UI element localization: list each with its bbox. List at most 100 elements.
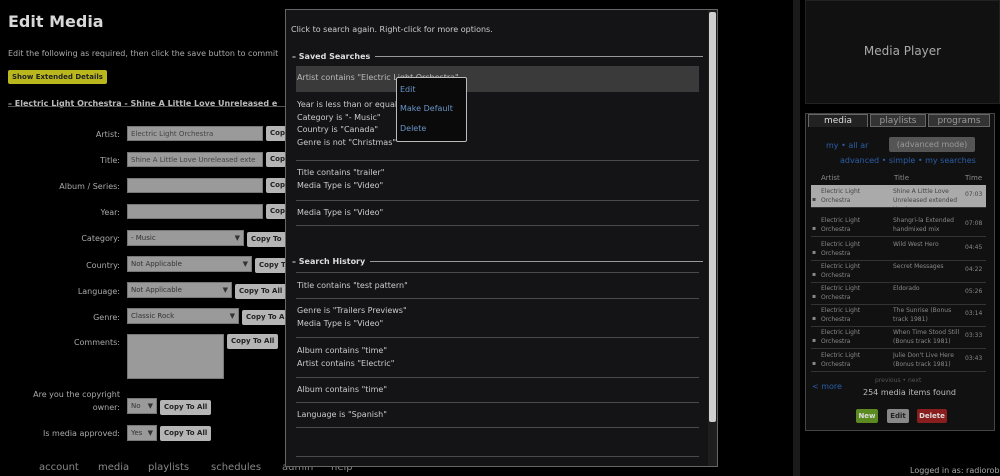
search-condition: Country is "Canada": [297, 125, 379, 134]
country-copy-button[interactable]: Copy To: [255, 258, 286, 273]
divider: [296, 298, 699, 299]
saved-search-item[interactable]: Title contains "trailer" Media Type is "…: [296, 167, 699, 192]
nav-account[interactable]: account: [39, 462, 79, 473]
media-row-artist: Electric Light Orchestra: [821, 285, 861, 301]
tab-programs[interactable]: programs: [928, 114, 990, 127]
country-label: Country:: [86, 261, 120, 270]
media-row[interactable]: ▪ Electric Light Orchestra Julie Don't Liv…: [811, 349, 986, 372]
search-condition: Genre is "Trailers Previews": [297, 306, 407, 315]
column-header-time[interactable]: Time: [965, 174, 982, 182]
divider: [296, 225, 699, 226]
search-mode-links[interactable]: advanced • simple • my searches: [840, 156, 976, 165]
artist-copy-button[interactable]: Copy: [266, 126, 286, 141]
heading-divider: [8, 106, 286, 107]
search-condition: Media Type is "Video": [297, 180, 384, 190]
year-label: Year:: [100, 208, 121, 217]
comments-copy-button[interactable]: Copy To All: [227, 334, 278, 349]
chevron-down-icon: ▼: [147, 429, 153, 437]
show-extended-details-button[interactable]: Show Extended Details: [8, 70, 107, 84]
copyright-select[interactable]: No ▼: [127, 398, 157, 414]
advanced-mode-button[interactable]: (advanced mode): [889, 137, 975, 152]
approved-select[interactable]: Yes ▼: [127, 425, 157, 441]
column-header-artist[interactable]: Artist: [821, 174, 840, 182]
tab-playlists[interactable]: playlists: [870, 114, 926, 127]
artist-field[interactable]: Electric Light Orchestra: [127, 126, 263, 141]
saved-search-item[interactable]: Artist contains "Electric Light Orchestr…: [296, 66, 699, 92]
title-field[interactable]: Shine A Little Love Unreleased exte: [127, 152, 263, 167]
year-copy-button[interactable]: Copy: [266, 204, 286, 219]
copyright-copy-button[interactable]: Copy To All: [160, 400, 211, 415]
approved-copy-button[interactable]: Copy To All: [160, 426, 211, 441]
language-select[interactable]: Not Applicable ▼: [127, 282, 232, 298]
history-search-item[interactable]: Album contains "time": [296, 384, 699, 397]
media-row-artist: Electric Light Orchestra: [821, 188, 861, 204]
title-copy-button[interactable]: Copy: [266, 152, 286, 167]
search-history-rule: [370, 261, 703, 262]
media-row[interactable]: ▪ Electric Light Orchestra Shine A Little …: [811, 185, 986, 208]
context-menu-edit[interactable]: Edit: [400, 85, 416, 94]
language-label: Language:: [77, 287, 120, 296]
saved-search-item[interactable]: Year is less than or equal to Category i…: [296, 99, 699, 149]
chevron-down-icon: ▼: [147, 402, 153, 410]
media-row[interactable]: ▪ Electric Light Orchestra When Time Stood…: [811, 326, 986, 349]
media-row[interactable]: ▪ Electric Light Orchestra Shangri-la Exte…: [811, 214, 986, 237]
category-value: - Music: [131, 234, 156, 242]
edit-button[interactable]: Edit: [887, 409, 909, 423]
media-row-artist: Electric Light Orchestra: [821, 352, 861, 368]
divider: [296, 337, 699, 338]
saved-searches-rule: [375, 56, 703, 57]
context-menu-make-default[interactable]: Make Default: [400, 104, 453, 113]
nav-media[interactable]: media: [98, 462, 129, 473]
country-select[interactable]: Not Applicable ▼: [127, 256, 252, 272]
media-count: 254 media items found: [863, 388, 956, 397]
media-row-time: 04:22: [965, 266, 983, 273]
category-select[interactable]: - Music ▼: [127, 230, 244, 246]
album-copy-button[interactable]: Copy: [266, 178, 286, 193]
history-search-item[interactable]: Language is "Spanish": [296, 409, 699, 422]
row-bullet-icon: ▪: [812, 360, 817, 367]
tab-media[interactable]: media: [808, 114, 868, 127]
delete-button[interactable]: Delete: [917, 409, 947, 423]
context-menu-delete[interactable]: Delete: [400, 124, 426, 133]
media-filter-links[interactable]: my • all ar: [826, 141, 868, 150]
history-search-item[interactable]: Genre is "Trailers Previews" Media Type …: [296, 305, 699, 330]
copyright-value: No: [131, 402, 141, 410]
year-field[interactable]: [127, 204, 263, 219]
new-button[interactable]: New: [856, 409, 878, 423]
search-condition: Media Type is "Video": [297, 208, 384, 217]
media-row[interactable]: ▪ Electric Light Orchestra The Sunrise (Bo…: [811, 304, 986, 327]
search-condition: Media Type is "Video": [297, 318, 384, 328]
media-row-artist: Electric Light Orchestra: [821, 241, 861, 257]
media-row[interactable]: ▪ Electric Light Orchestra Wild West Hero 0…: [811, 238, 986, 261]
more-link[interactable]: < more: [812, 382, 842, 391]
search-condition: Title contains "trailer": [297, 168, 385, 177]
column-header-title[interactable]: Title: [894, 174, 909, 182]
modal-scrollbar-thumb[interactable]: [709, 12, 716, 422]
copyright-label-line2: owner:: [92, 403, 120, 412]
media-row-time: 03:14: [965, 310, 983, 317]
title-label: Title:: [100, 156, 120, 165]
saved-search-item[interactable]: Media Type is "Video": [296, 207, 699, 220]
nav-playlists[interactable]: playlists: [148, 462, 189, 473]
comments-textarea[interactable]: [127, 334, 224, 379]
history-search-item[interactable]: Title contains "test pattern": [296, 280, 699, 293]
language-copy-button[interactable]: Copy To All: [235, 284, 286, 299]
album-field[interactable]: [127, 178, 263, 193]
nav-schedules[interactable]: schedules: [211, 462, 261, 473]
artist-label: Artist:: [95, 130, 120, 139]
history-search-item[interactable]: Album contains "time" Artist contains "E…: [296, 345, 699, 370]
genre-copy-button[interactable]: Copy To All: [242, 310, 286, 325]
media-row-time: 05:26: [965, 288, 983, 295]
media-row-title: Shangri-la Extended handmixed mix: [893, 217, 954, 233]
pagination[interactable]: previous • next: [875, 377, 921, 384]
genre-select[interactable]: Classic Rock ▼: [127, 308, 239, 324]
divider: [296, 427, 699, 428]
media-row[interactable]: ▪ Electric Light Orchestra Secret Messages…: [811, 260, 986, 283]
media-row[interactable]: ▪ Electric Light Orchestra Eldorado 05:26: [811, 282, 986, 305]
comments-label: Comments:: [73, 338, 120, 347]
page-scrollbar[interactable]: [793, 0, 800, 476]
category-copy-button[interactable]: Copy To: [247, 232, 286, 247]
divider: [296, 160, 699, 161]
chevron-down-icon: ▼: [229, 312, 235, 320]
logged-in-status: Logged in as: radiorob: [910, 466, 1000, 475]
